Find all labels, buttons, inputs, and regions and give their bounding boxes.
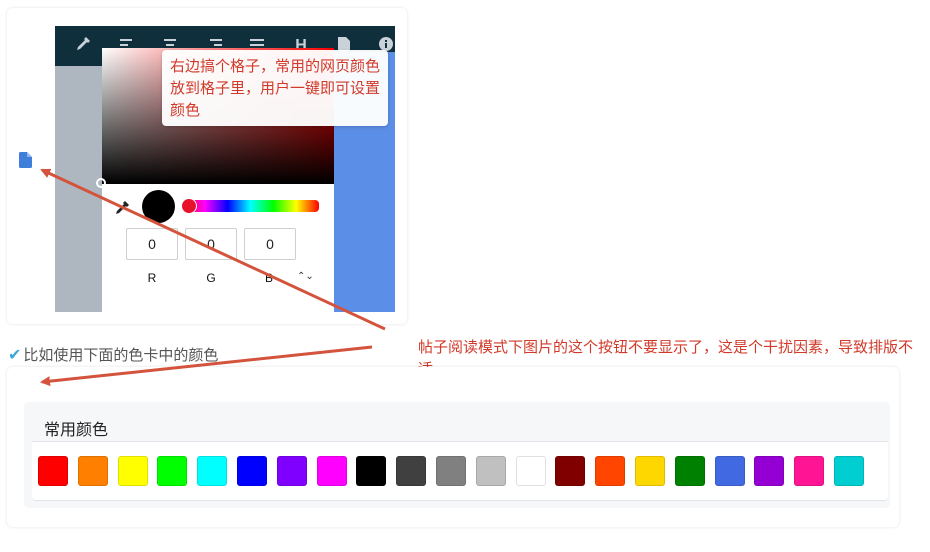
red-input[interactable]: 0 [126, 228, 178, 260]
color-swatch[interactable] [237, 456, 267, 486]
color-swatch[interactable] [316, 456, 347, 486]
hue-slider[interactable] [182, 200, 319, 212]
color-swatch[interactable] [475, 456, 506, 486]
color-swatch[interactable] [834, 456, 864, 486]
annotation-note-top: 右边搞个格子，常用的网页颜色放到格子里，用户一键即可设置颜色 [162, 50, 388, 126]
color-swatch[interactable] [555, 456, 586, 486]
color-swatch-row [32, 442, 888, 501]
color-preview-swatch [142, 190, 175, 223]
file-icon[interactable] [19, 152, 32, 168]
color-swatch[interactable] [674, 456, 705, 486]
color-swatch[interactable] [714, 456, 745, 486]
color-swatch[interactable] [794, 456, 825, 486]
hue-slider-knob[interactable] [181, 198, 197, 214]
color-swatch[interactable] [77, 456, 108, 486]
caption-text: 比如使用下面的色卡中的颜色 [23, 347, 219, 364]
red-label: R [147, 271, 157, 285]
color-swatch[interactable] [754, 456, 785, 486]
color-swatch[interactable] [595, 456, 626, 486]
blue-input[interactable]: 0 [244, 228, 296, 260]
color-swatch[interactable] [396, 456, 427, 486]
blue-label: B [264, 271, 273, 285]
color-swatch[interactable] [635, 456, 665, 486]
green-input[interactable]: 0 [185, 228, 237, 260]
saturation-handle[interactable] [96, 178, 106, 188]
eyedropper-icon[interactable] [73, 36, 93, 56]
green-label: G [206, 271, 216, 285]
check-icon: ✔ [8, 347, 22, 364]
palette-title: 常用颜色 [44, 422, 109, 439]
color-swatch[interactable] [157, 456, 188, 486]
color-mode-toggle[interactable]: ⌃⌄ [297, 271, 314, 282]
color-swatch[interactable] [436, 456, 466, 486]
screenshot-card-bottom: 常用颜色 [7, 367, 899, 527]
color-swatch[interactable] [276, 456, 307, 486]
eyedropper-tool-icon[interactable] [114, 200, 130, 221]
color-swatch[interactable] [197, 456, 228, 486]
caption: ✔ 比如使用下面的色卡中的颜色 [8, 344, 218, 365]
color-swatch[interactable] [38, 456, 68, 486]
common-colors-panel: 常用颜色 [24, 402, 890, 508]
color-swatch[interactable] [117, 456, 148, 486]
color-swatch[interactable] [356, 456, 387, 486]
color-swatch[interactable] [515, 456, 546, 486]
